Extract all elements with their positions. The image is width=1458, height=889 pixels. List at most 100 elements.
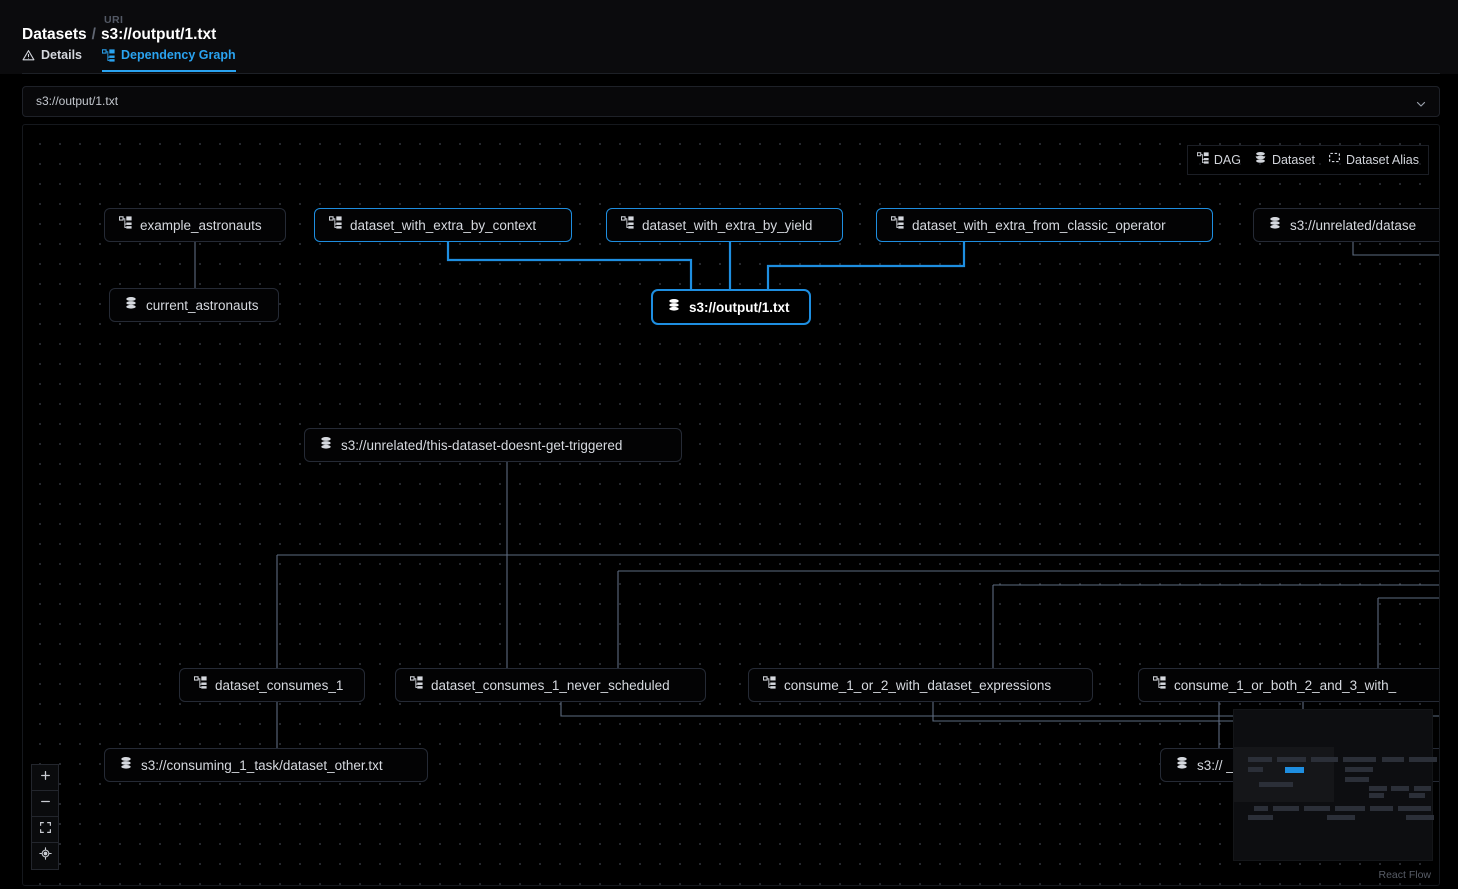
graph-node-label: example_astronauts bbox=[140, 217, 262, 233]
graph-node[interactable]: example_astronauts bbox=[104, 208, 286, 242]
graph-node[interactable]: consume_1_or_2_with_dataset_expressions bbox=[748, 668, 1093, 702]
graph-node[interactable]: s3://output/1.txt bbox=[651, 289, 811, 325]
graph-node[interactable]: dataset_with_extra_from_classic_operator bbox=[876, 208, 1213, 242]
database-icon bbox=[1175, 756, 1189, 775]
minimap-node bbox=[1398, 806, 1431, 811]
dag-icon bbox=[762, 676, 776, 694]
database-icon bbox=[1268, 216, 1282, 235]
graph-minimap[interactable] bbox=[1233, 709, 1437, 861]
graph-node-label: dataset_consumes_1_never_scheduled bbox=[431, 677, 670, 693]
dag-icon bbox=[102, 48, 115, 62]
dag-icon bbox=[118, 216, 132, 234]
minimap-node bbox=[1345, 777, 1369, 782]
minimap-node bbox=[1414, 786, 1431, 791]
minus-icon bbox=[39, 795, 52, 813]
minimap-node bbox=[1277, 757, 1306, 762]
uri-kicker-label: URI bbox=[104, 14, 124, 26]
minimap-node bbox=[1345, 767, 1373, 772]
legend-item-dataset: Dataset bbox=[1254, 151, 1315, 169]
legend-label-dataset-alias: Dataset Alias bbox=[1346, 153, 1419, 167]
crosshair-icon bbox=[38, 847, 52, 865]
lock-center-button[interactable] bbox=[32, 843, 58, 869]
database-icon bbox=[1254, 151, 1267, 169]
graph-node[interactable]: dataset_consumes_1_never_scheduled bbox=[395, 668, 706, 702]
zoom-in-button[interactable] bbox=[32, 765, 58, 791]
minimap-node bbox=[1248, 757, 1272, 762]
graph-node[interactable]: dataset_consumes_1 bbox=[179, 668, 365, 702]
dag-icon bbox=[193, 676, 207, 694]
header-divider bbox=[22, 73, 1440, 74]
plus-icon bbox=[39, 769, 52, 787]
graph-node[interactable]: current_astronauts bbox=[109, 288, 279, 322]
graph-node[interactable]: dataset_with_extra_by_yield bbox=[606, 208, 843, 242]
graph-node-label: dataset_with_extra_from_classic_operator bbox=[912, 217, 1166, 233]
database-icon bbox=[124, 296, 138, 315]
warning-triangle-icon bbox=[22, 49, 35, 62]
minimap-node bbox=[1259, 782, 1293, 787]
breadcrumb: Datasets / s3://output/1.txt bbox=[22, 26, 216, 44]
graph-node-label: current_astronauts bbox=[146, 297, 259, 313]
tab-dependency-graph-label: Dependency Graph bbox=[121, 48, 236, 62]
zoom-out-button[interactable] bbox=[32, 791, 58, 817]
graph-node-label: dataset_with_extra_by_context bbox=[350, 217, 537, 233]
dag-icon bbox=[620, 216, 634, 234]
minimap-node bbox=[1343, 757, 1376, 762]
minimap-node bbox=[1327, 815, 1355, 820]
minimap-node bbox=[1382, 757, 1404, 762]
minimap-viewport[interactable] bbox=[1234, 747, 1334, 802]
tab-bar: Details Dependency Graph bbox=[22, 48, 236, 74]
dag-icon bbox=[890, 216, 904, 234]
graph-node[interactable]: consume_1_or_both_2_and_3_with_ bbox=[1138, 668, 1439, 702]
database-icon bbox=[319, 436, 333, 455]
tab-details-label: Details bbox=[41, 48, 82, 62]
fit-screen-icon bbox=[39, 821, 52, 839]
graph-node[interactable]: s3://unrelated/this-dataset-doesnt-get-t… bbox=[304, 428, 682, 462]
chevron-down-icon[interactable] bbox=[1415, 97, 1427, 115]
minimap-node bbox=[1311, 757, 1338, 762]
minimap-node bbox=[1369, 786, 1387, 791]
minimap-node bbox=[1370, 806, 1393, 811]
graph-node-label: s3://unrelated/this-dataset-doesnt-get-t… bbox=[341, 437, 623, 453]
breadcrumb-separator: / bbox=[91, 26, 96, 43]
tab-dependency-graph[interactable]: Dependency Graph bbox=[102, 48, 236, 72]
legend-item-dataset-alias: Dataset Alias bbox=[1328, 151, 1419, 169]
minimap-node-selected bbox=[1285, 767, 1304, 773]
dag-icon bbox=[1152, 676, 1166, 694]
graph-node-label: s3://unrelated/datase bbox=[1290, 217, 1417, 233]
minimap-node bbox=[1391, 786, 1409, 791]
minimap-node bbox=[1406, 815, 1434, 820]
graph-node[interactable]: s3://consuming_1_task/dataset_other.txt bbox=[104, 748, 428, 782]
legend-label-dataset: Dataset bbox=[1271, 153, 1316, 167]
minimap-node bbox=[1369, 793, 1384, 798]
breadcrumb-current: s3://output/1.txt bbox=[100, 26, 217, 43]
minimap-node bbox=[1273, 806, 1299, 811]
legend-item-dag: DAG bbox=[1196, 151, 1241, 169]
graph-controls bbox=[31, 764, 59, 870]
page-header: URI Datasets/s3://output/1.txt Details bbox=[0, 0, 1458, 74]
minimap-node bbox=[1409, 757, 1437, 762]
dependency-graph-canvas[interactable]: DAG Dataset Dataset Alias example_astron… bbox=[22, 124, 1440, 886]
graph-node[interactable]: dataset_with_extra_by_context bbox=[314, 208, 572, 242]
graph-node-label: dataset_consumes_1 bbox=[215, 677, 344, 693]
dag-icon bbox=[409, 676, 423, 694]
dashed-box-icon bbox=[1328, 151, 1341, 169]
fit-view-button[interactable] bbox=[32, 817, 58, 843]
tab-details[interactable]: Details bbox=[22, 48, 82, 72]
graph-node-label: s3://consuming_1_task/dataset_other.txt bbox=[141, 757, 383, 773]
graph-node-label: dataset_with_extra_by_yield bbox=[642, 217, 813, 233]
uri-select[interactable]: s3://output/1.txt bbox=[22, 86, 1440, 117]
uri-select-value: s3://output/1.txt bbox=[36, 94, 119, 108]
dag-icon bbox=[1196, 151, 1209, 169]
breadcrumb-root[interactable]: Datasets bbox=[22, 26, 87, 43]
database-icon bbox=[119, 756, 133, 775]
minimap-node bbox=[1248, 767, 1263, 772]
minimap-node bbox=[1248, 815, 1273, 820]
minimap-node bbox=[1335, 806, 1365, 811]
minimap-node bbox=[1254, 806, 1268, 811]
graph-node-label: consume_1_or_2_with_dataset_expressions bbox=[784, 677, 1052, 693]
graph-node-label: consume_1_or_both_2_and_3_with_ bbox=[1174, 677, 1397, 693]
graph-node[interactable]: s3://unrelated/datase bbox=[1253, 208, 1439, 242]
reactflow-attribution: React Flow bbox=[1378, 869, 1431, 881]
database-icon bbox=[667, 298, 681, 317]
graph-node-label: s3://output/1.txt bbox=[689, 299, 790, 315]
